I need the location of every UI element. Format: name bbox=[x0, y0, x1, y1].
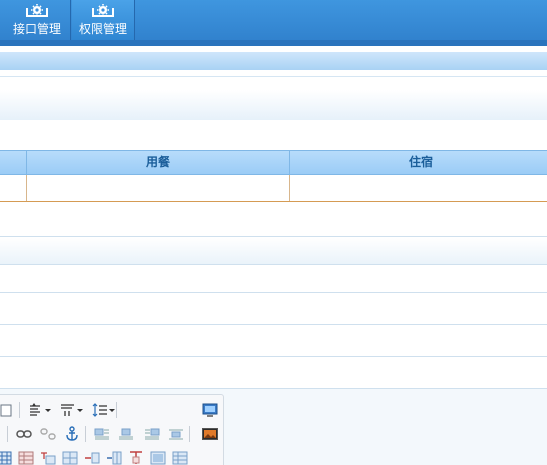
align-justify-icon[interactable] bbox=[167, 425, 185, 443]
delete-row-icon[interactable] bbox=[61, 449, 79, 465]
split-cells-icon[interactable] bbox=[149, 449, 167, 465]
divider bbox=[0, 76, 547, 77]
table-row[interactable] bbox=[0, 175, 547, 202]
insert-col-icon[interactable] bbox=[83, 449, 101, 465]
gear-box-icon bbox=[26, 4, 48, 17]
font-size-icon[interactable] bbox=[23, 401, 51, 419]
nav-button-interface-management[interactable]: 接口管理 bbox=[8, 0, 66, 40]
divider bbox=[0, 292, 547, 293]
align-left-icon[interactable] bbox=[93, 425, 111, 443]
column-header-meals: 用餐 bbox=[145, 155, 170, 169]
panel-band bbox=[0, 238, 547, 264]
nav-button-permission-management[interactable]: 权限管理 bbox=[72, 0, 134, 40]
line-height-icon[interactable] bbox=[87, 401, 115, 419]
toolbar-separator bbox=[19, 402, 20, 418]
merge-cells-icon[interactable] bbox=[127, 449, 145, 465]
column-header-lodging: 住宿 bbox=[408, 155, 433, 169]
nav-label-permission-management: 权限管理 bbox=[78, 22, 127, 36]
paste-icon[interactable] bbox=[0, 401, 15, 419]
section-header-stripe bbox=[0, 52, 547, 70]
cell-divider bbox=[26, 175, 27, 201]
gear-box-icon bbox=[92, 4, 114, 17]
divider bbox=[0, 264, 547, 265]
anchor-icon[interactable] bbox=[63, 425, 81, 443]
image-icon[interactable] bbox=[201, 425, 219, 443]
unlink-icon[interactable] bbox=[39, 425, 57, 443]
link-icon[interactable] bbox=[15, 425, 33, 443]
top-nav-bar: 接口管理 权限管理 bbox=[0, 0, 547, 46]
insert-row-icon[interactable] bbox=[39, 449, 57, 465]
toolbar-separator bbox=[116, 402, 117, 418]
nav-separator bbox=[134, 0, 135, 40]
panel-band bbox=[0, 90, 547, 120]
toolbar-separator bbox=[189, 426, 190, 442]
delete-col-icon[interactable] bbox=[105, 449, 123, 465]
divider bbox=[0, 236, 547, 237]
nav-bottom-border bbox=[0, 40, 547, 46]
divider bbox=[0, 324, 547, 325]
rich-text-toolbar bbox=[0, 394, 224, 465]
align-center-icon[interactable] bbox=[117, 425, 135, 443]
nav-separator bbox=[70, 0, 71, 40]
table-header: 用餐 住宿 bbox=[0, 150, 547, 175]
cell-divider bbox=[289, 175, 290, 201]
insert-table-icon[interactable] bbox=[0, 449, 13, 465]
table-props-icon[interactable] bbox=[171, 449, 189, 465]
toolbar-separator bbox=[85, 426, 86, 442]
align-right-icon[interactable] bbox=[143, 425, 161, 443]
divider bbox=[0, 356, 547, 357]
nav-label-interface-management: 接口管理 bbox=[12, 22, 61, 36]
paragraph-format-icon[interactable] bbox=[55, 401, 83, 419]
delete-table-icon[interactable] bbox=[17, 449, 35, 465]
preview-icon[interactable] bbox=[201, 401, 219, 419]
toolbar-separator bbox=[7, 426, 8, 442]
